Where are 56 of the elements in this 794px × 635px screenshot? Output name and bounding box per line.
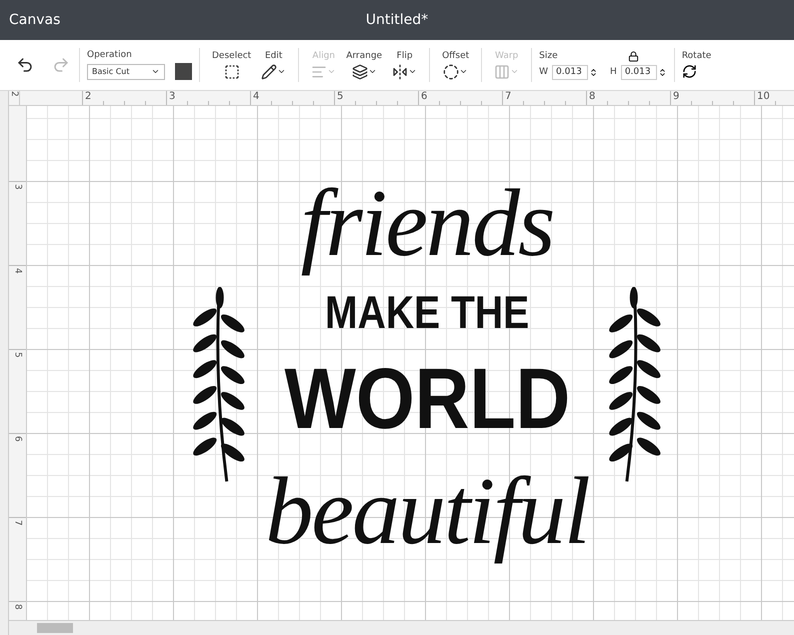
ruler-number: 4	[250, 91, 334, 105]
ruler-number: 7	[502, 91, 586, 105]
dimension-label: H	[610, 67, 617, 77]
dimension-field[interactable]: 0.013	[552, 64, 588, 80]
operation-label: Operation	[87, 50, 133, 60]
caret-icon	[327, 67, 336, 76]
ruler-number: 8	[586, 91, 670, 105]
dimension-field[interactable]: 0.013	[620, 64, 657, 80]
flip-icon	[392, 64, 408, 80]
ruler-number: 10	[754, 91, 794, 105]
design-text: MAKE THE	[324, 285, 530, 340]
deselect-tool[interactable]: Deselect	[212, 50, 252, 80]
arrange-icon	[352, 64, 368, 80]
horizontal-scrollbar[interactable]	[9, 620, 794, 635]
caret-icon	[368, 67, 377, 76]
dimension-label: W	[539, 67, 548, 77]
stepper-icon[interactable]	[589, 68, 598, 76]
ruler-number: 4	[12, 268, 22, 274]
flip-tool[interactable]: Flip	[392, 50, 418, 80]
caret-icon	[459, 67, 468, 76]
ruler-number: 5	[12, 352, 22, 358]
vertical-scrollbar[interactable]	[0, 91, 9, 635]
align-icon	[311, 64, 328, 80]
app-section-title: Canvas	[9, 12, 60, 28]
ruler-number: 2	[82, 91, 166, 105]
size-label: Size	[539, 51, 558, 61]
caret-icon	[277, 67, 286, 76]
rotate-label: Rotate	[682, 51, 712, 61]
design-canvas[interactable]: friends MAKE THE WORLD beautiful	[27, 106, 794, 620]
offset-icon	[443, 64, 460, 80]
edit-tool[interactable]: Edit	[261, 50, 286, 80]
design-text: WORLD	[283, 350, 571, 448]
deselect-icon	[224, 64, 240, 80]
operation-dropdown[interactable]: Basic Cut	[87, 64, 165, 80]
ruler-number: 3	[12, 184, 22, 190]
ruler-number: 3	[166, 91, 250, 105]
design-text: beautiful	[264, 456, 590, 566]
document-title: Untitled*	[366, 12, 428, 28]
caret-icon	[408, 67, 418, 76]
edit-icon	[261, 64, 278, 80]
ruler-number: 9	[670, 91, 754, 105]
caret-icon	[151, 67, 160, 76]
ruler-number: 2	[9, 91, 19, 97]
design-text: friends	[300, 168, 554, 278]
ruler-number: 8	[12, 604, 22, 610]
lock-icon[interactable]	[628, 50, 639, 62]
ruler-number: 7	[12, 520, 22, 526]
arrange-tool[interactable]: Arrange	[346, 50, 382, 80]
warp-icon	[494, 64, 510, 80]
ruler-number: 6	[12, 436, 22, 442]
color-swatch[interactable]	[175, 63, 192, 80]
caret-icon	[510, 67, 520, 76]
offset-tool[interactable]: Offset	[442, 50, 470, 80]
ruler-number: 6	[418, 91, 502, 105]
stepper-icon[interactable]	[658, 68, 667, 76]
ruler-number: 5	[334, 91, 418, 105]
